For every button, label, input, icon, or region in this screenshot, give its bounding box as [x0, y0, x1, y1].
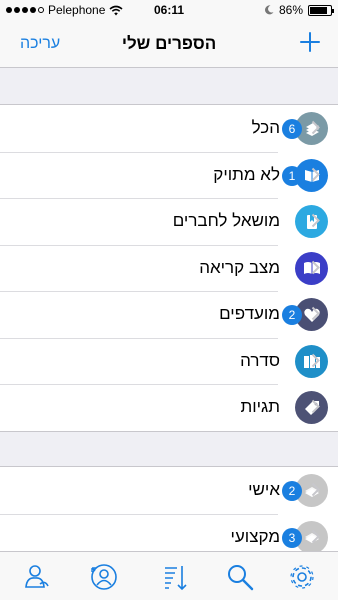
list-item[interactable]: מושאל לחברים — [0, 198, 338, 245]
sort-icon — [165, 566, 187, 591]
tab-search[interactable] — [225, 562, 255, 592]
list-item[interactable]: סדרה — [0, 337, 338, 385]
count-badge: 2 — [282, 305, 302, 325]
count-badge: 6 — [282, 119, 302, 139]
chevron-right-icon — [311, 167, 320, 181]
list-item-label: תגיות — [240, 397, 280, 416]
list-item[interactable]: לא מתויק 1 — [0, 151, 338, 199]
status-bar: Pelephone 06:11 86% — [0, 0, 338, 20]
list-item[interactable]: מצב קריאה — [0, 244, 338, 292]
tab-sort[interactable] — [160, 562, 190, 592]
navigation-bar: עריכה הספרים שלי — [0, 20, 338, 68]
list-item[interactable]: הכל 6 — [0, 105, 338, 152]
chevron-right-icon — [311, 482, 320, 497]
plus-icon[interactable] — [296, 28, 324, 56]
battery-level — [310, 6, 328, 14]
tab-contacts[interactable] — [89, 562, 119, 592]
contacts-icon — [91, 564, 117, 590]
chevron-right-icon — [311, 353, 320, 367]
list-item-label: סדרה — [240, 350, 280, 370]
list-item-label: מועדפים — [219, 304, 280, 323]
list-item[interactable]: תגיות — [0, 384, 338, 431]
count-badge: 3 — [282, 527, 302, 548]
list-item[interactable]: אישי 2 — [0, 467, 338, 514]
tab-bar — [0, 551, 338, 600]
moon-icon — [264, 5, 274, 15]
chevron-right-icon — [311, 213, 320, 228]
chevron-right-icon — [311, 260, 320, 274]
status-right: 86% — [264, 3, 334, 17]
library-list: הכל 6 לא מתויק 1 מושאל לחברים מצב קריאה מועדפי… — [0, 104, 338, 432]
shelves-list: אישי 2 מקצועי 3 — [0, 466, 338, 561]
gear-icon — [290, 565, 314, 589]
chevron-right-icon — [311, 529, 320, 543]
chevron-right-icon — [311, 306, 320, 321]
list-item[interactable]: מועדפים 2 — [0, 291, 338, 338]
list-item-label: מצב קריאה — [199, 257, 280, 277]
list-item-label: לא מתויק — [213, 164, 280, 184]
chevron-right-icon — [311, 399, 320, 414]
list-item-label: הכל — [251, 118, 280, 137]
list-item-label: אישי — [248, 480, 280, 499]
list-item-label: מושאל לחברים — [172, 211, 280, 230]
search-icon — [228, 565, 254, 591]
battery-percent: 86% — [278, 3, 303, 17]
chevron-right-icon — [311, 120, 320, 135]
page-title: הספרים שלי — [121, 34, 217, 53]
count-badge: 1 — [282, 165, 302, 186]
users-icon — [25, 565, 49, 588]
tab-users[interactable] — [22, 562, 52, 592]
tab-settings[interactable] — [287, 562, 317, 592]
list-item-label: מקצועי — [230, 526, 280, 546]
battery-icon — [308, 4, 334, 16]
count-badge: 2 — [282, 481, 302, 501]
